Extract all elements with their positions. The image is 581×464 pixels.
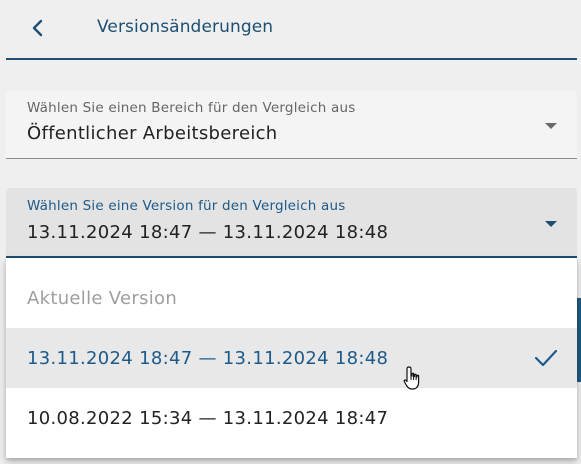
option-label: 10.08.2022 15:34 — 13.11.2024 18:47 bbox=[27, 407, 389, 429]
option-version[interactable]: 10.08.2022 15:34 — 13.11.2024 18:47 bbox=[6, 388, 577, 448]
dropdown-arrow-icon bbox=[545, 221, 557, 227]
version-select-value: 13.11.2024 18:47 — 13.11.2024 18:48 bbox=[27, 222, 389, 243]
area-select-value: Öffentlicher Arbeitsbereich bbox=[27, 123, 278, 144]
version-select[interactable]: Wählen Sie eine Version für den Vergleic… bbox=[6, 188, 577, 258]
chevron-left-icon bbox=[32, 19, 43, 37]
area-select-label: Wählen Sie einen Bereich für den Verglei… bbox=[27, 100, 356, 116]
page-header: Versionsänderungen bbox=[6, 0, 577, 60]
option-label: Aktuelle Version bbox=[27, 287, 178, 309]
version-select-label: Wählen Sie eine Version für den Vergleic… bbox=[27, 198, 346, 214]
area-select[interactable]: Wählen Sie einen Bereich für den Verglei… bbox=[6, 91, 577, 159]
back-button[interactable] bbox=[24, 14, 52, 42]
option-version-selected[interactable]: 13.11.2024 18:47 — 13.11.2024 18:48 bbox=[6, 328, 577, 388]
check-icon bbox=[534, 349, 558, 367]
version-dropdown-menu: Aktuelle Version 13.11.2024 18:47 — 13.1… bbox=[6, 258, 577, 458]
dropdown-arrow-icon bbox=[545, 123, 557, 129]
page-title: Versionsänderungen bbox=[97, 17, 274, 37]
option-label: 13.11.2024 18:47 — 13.11.2024 18:48 bbox=[27, 347, 389, 369]
option-current-version: Aktuelle Version bbox=[6, 268, 577, 328]
